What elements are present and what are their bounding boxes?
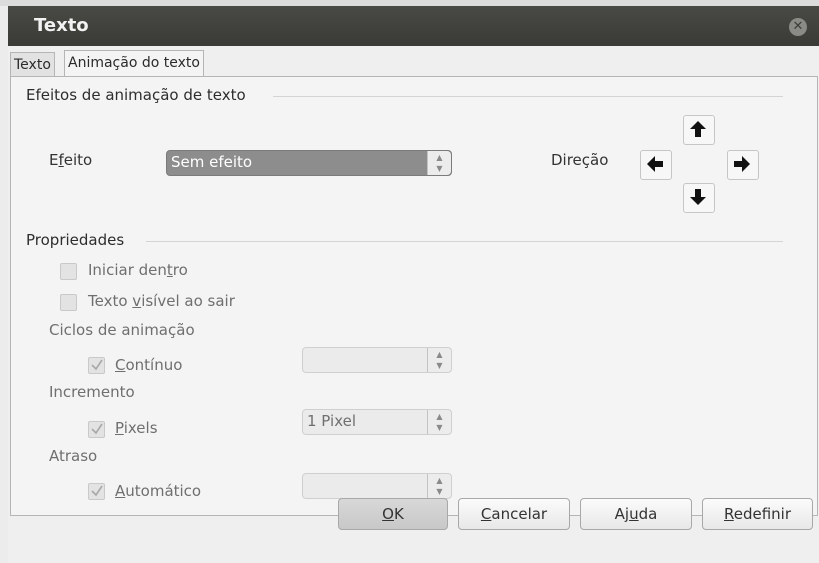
- visible-on-exit-label: Texto visível ao sair: [88, 292, 235, 310]
- close-icon[interactable]: ✕: [789, 18, 807, 36]
- effects-group-header: Efeitos de animação de texto: [26, 86, 246, 104]
- pixels-value: 1 Pixel: [307, 412, 357, 430]
- continuous-stepper[interactable]: ▲ ▼: [302, 347, 452, 373]
- checkmark-icon: [91, 359, 103, 371]
- direction-left-button[interactable]: [640, 150, 672, 180]
- spin-arrows-icon[interactable]: ▲ ▼: [427, 410, 451, 434]
- spin-arrows-icon[interactable]: ▲ ▼: [427, 474, 451, 498]
- automatic-label: Automático: [115, 482, 202, 500]
- window-title: Texto: [34, 15, 89, 36]
- title-bar[interactable]: Texto ✕: [8, 6, 819, 46]
- ok-button[interactable]: OK: [338, 498, 448, 530]
- continuous-label: Contínuo: [115, 356, 183, 374]
- pixels-label: Pixels: [115, 419, 158, 437]
- start-inside-label: Iniciar dentro: [88, 261, 188, 279]
- divider: [273, 96, 783, 97]
- pixels-stepper[interactable]: 1 Pixel ▲ ▼: [302, 409, 452, 435]
- reset-button[interactable]: Redefinir: [702, 498, 813, 530]
- spin-arrows-icon[interactable]: ▲ ▼: [427, 348, 451, 372]
- divider: [146, 241, 783, 242]
- increment-label: Incremento: [49, 383, 135, 401]
- automatic-stepper[interactable]: ▲ ▼: [302, 473, 452, 499]
- tab-texto[interactable]: Texto: [10, 52, 55, 77]
- effect-label: Efeito: [49, 151, 93, 169]
- arrow-up-icon: [690, 121, 706, 137]
- cancel-button[interactable]: Cancelar: [458, 498, 570, 530]
- checkmark-icon: [91, 485, 103, 497]
- dialog-body: Texto Animação do texto Efeitos de anima…: [8, 46, 819, 563]
- checkmark-icon: [91, 423, 103, 435]
- direction-right-button[interactable]: [727, 150, 759, 180]
- arrow-right-icon: [734, 156, 750, 172]
- arrow-left-icon: [647, 156, 663, 172]
- visible-on-exit-checkbox[interactable]: [60, 294, 77, 311]
- pixels-checkbox[interactable]: [88, 421, 105, 438]
- tab-panel: Efeitos de animação de texto Efeito Sem …: [10, 76, 818, 516]
- start-inside-checkbox[interactable]: [60, 263, 77, 280]
- direction-down-button[interactable]: [683, 183, 715, 213]
- continuous-checkbox[interactable]: [88, 357, 105, 374]
- help-button[interactable]: Ajuda: [580, 498, 692, 530]
- automatic-checkbox[interactable]: [88, 483, 105, 500]
- spin-arrows-icon[interactable]: ▲ ▼: [427, 151, 451, 175]
- direction-up-button[interactable]: [683, 115, 715, 145]
- tab-animacao-do-texto[interactable]: Animação do texto: [64, 50, 204, 77]
- arrow-down-icon: [690, 189, 706, 205]
- effect-select-value: Sem efeito: [171, 153, 253, 171]
- effect-select[interactable]: Sem efeito ▲ ▼: [166, 150, 452, 176]
- direction-label: Direção: [551, 151, 609, 169]
- properties-group-header: Propriedades: [26, 231, 125, 249]
- delay-label: Atraso: [49, 447, 98, 465]
- cycles-label: Ciclos de animação: [49, 321, 195, 339]
